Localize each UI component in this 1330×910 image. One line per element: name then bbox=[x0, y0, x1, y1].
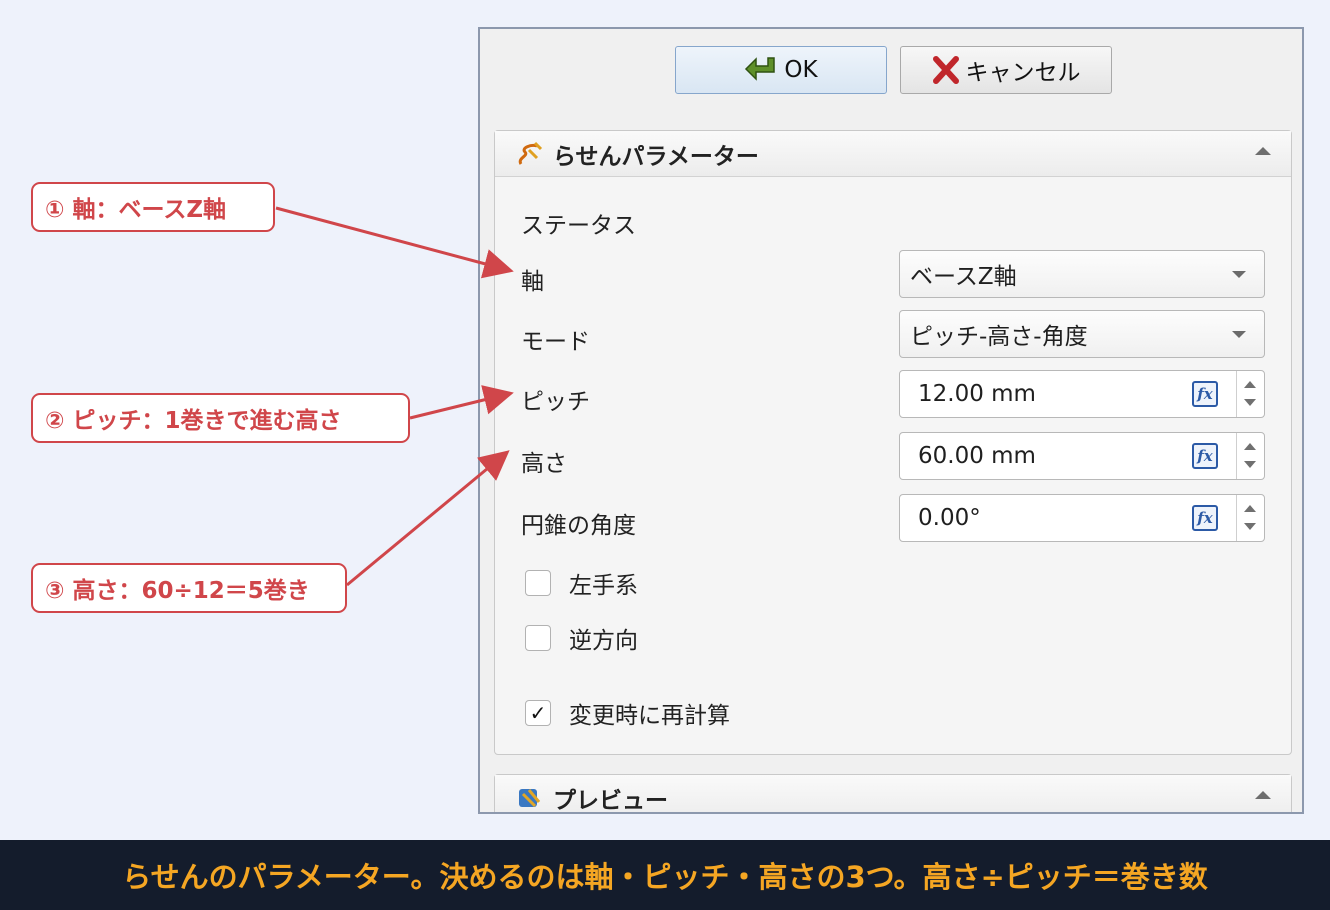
annotation-pitch: ② ピッチ：1巻きで進む高さ bbox=[31, 393, 410, 443]
caption-text: らせんのパラメーター。決めるのは軸・ピッチ・高さの3つ。高さ÷ピッチ＝巻き数 bbox=[122, 860, 1208, 894]
caption-bar: らせんのパラメーター。決めるのは軸・ピッチ・高さの3つ。高さ÷ピッチ＝巻き数 bbox=[0, 840, 1330, 910]
annotation-axis: ① 軸：ベースZ軸 bbox=[31, 182, 275, 232]
annotation-height: ③ 高さ：60÷12＝5巻き bbox=[31, 563, 347, 613]
arrow-to-axis bbox=[275, 206, 514, 279]
arrow-to-height bbox=[346, 450, 510, 587]
arrow-to-pitch bbox=[409, 385, 514, 420]
